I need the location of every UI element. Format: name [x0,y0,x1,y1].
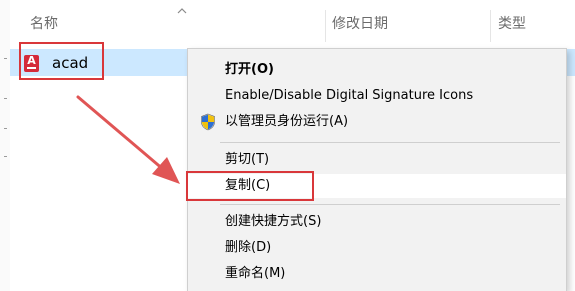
explorer-window: 名称 修改日期 类型 A acad 打开(O) Enable/Disable D… [0,0,575,291]
menu-item-label: 剪切(T) [225,152,270,167]
column-header-modified[interactable]: 修改日期 [332,12,388,36]
column-header-type[interactable]: 类型 [498,12,526,36]
menu-item-create-shortcut[interactable]: 创建快捷方式(S) [188,210,566,234]
context-menu: 打开(O) Enable/Disable Digital Signature I… [187,48,567,291]
column-divider[interactable] [325,10,326,42]
menu-item-label: 创建快捷方式(S) [225,214,322,229]
annotation-highlight-file [19,42,104,80]
menu-item-run-as-admin[interactable]: 以管理员身份运行(A) [188,110,566,134]
menu-separator [220,142,560,143]
menu-item-rename[interactable]: 重命名(M) [188,262,566,286]
menu-item-label: 删除(D) [225,240,272,255]
menu-item-label: 重命名(M) [225,266,286,281]
menu-item-digital-signature[interactable]: Enable/Disable Digital Signature Icons [188,84,566,108]
menu-separator [220,204,560,205]
menu-item-open[interactable]: 打开(O) [188,58,566,82]
menu-item-label: 打开(O) [225,62,274,77]
menu-item-delete[interactable]: 删除(D) [188,236,566,260]
menu-item-label: 以管理员身份运行(A) [225,114,349,129]
annotation-highlight-copy [186,171,314,201]
uac-shield-icon [201,113,215,131]
menu-item-label: Enable/Disable Digital Signature Icons [225,88,474,103]
gutter-tick [4,58,7,59]
menu-item-cut[interactable]: 剪切(T) [188,148,566,172]
column-header-bar: 名称 修改日期 类型 [10,0,575,44]
sort-ascending-icon [177,8,187,14]
navigation-pane-edge [0,0,10,291]
column-header-name[interactable]: 名称 [30,12,58,36]
gutter-tick [4,128,7,129]
column-divider[interactable] [490,10,491,42]
gutter-tick [4,98,7,99]
gutter-tick [4,156,7,157]
